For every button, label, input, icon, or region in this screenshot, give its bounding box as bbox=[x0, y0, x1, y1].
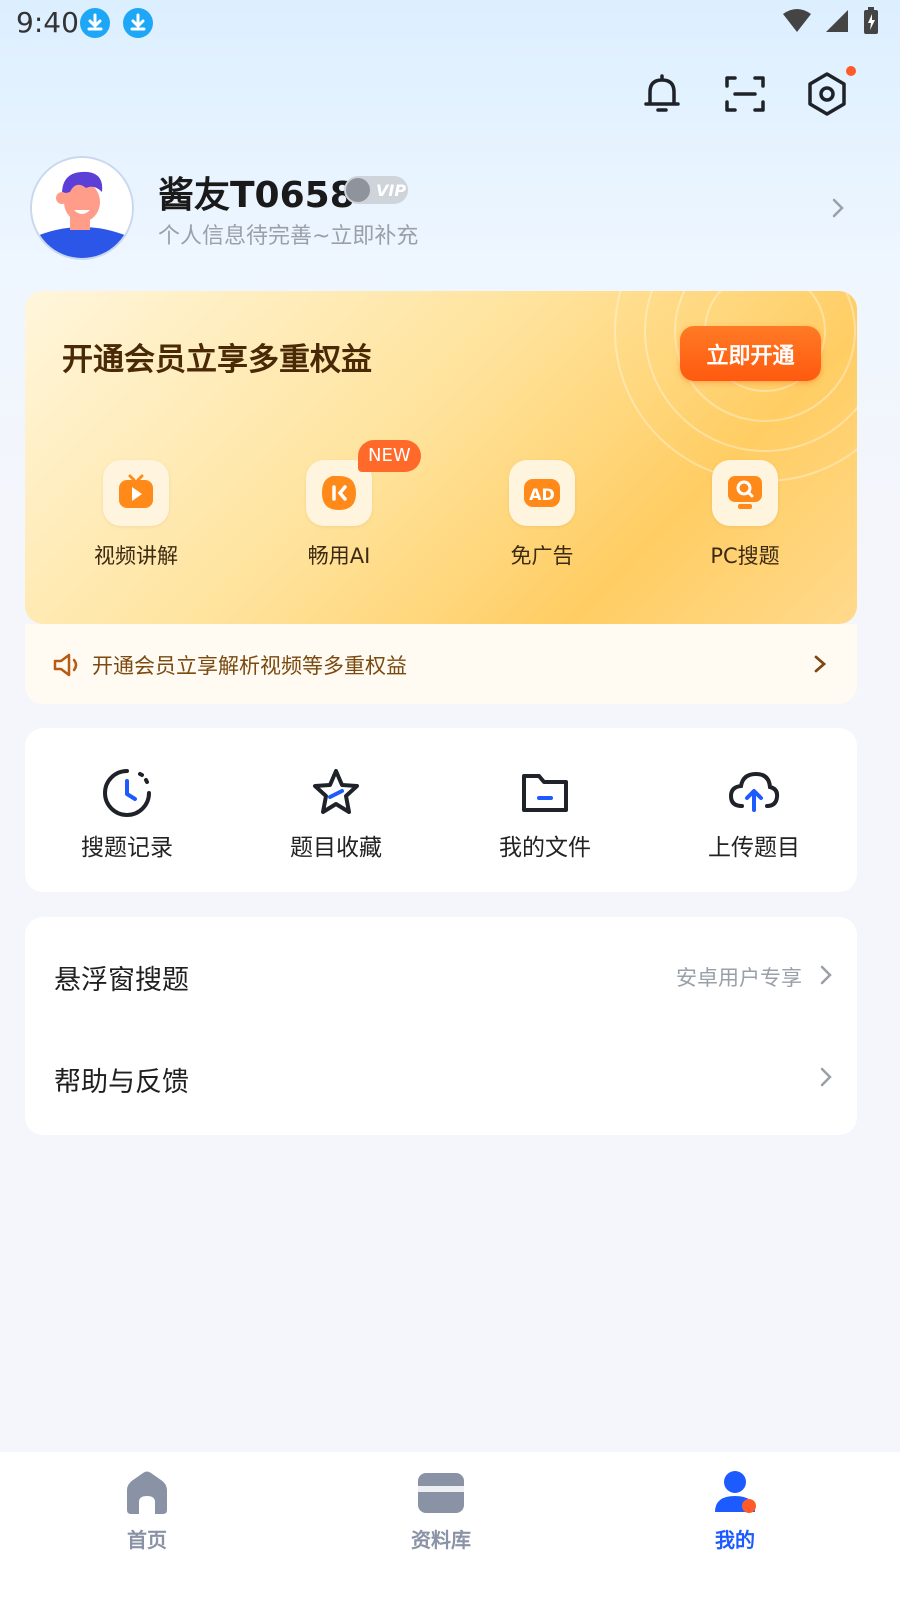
chevron-right-icon[interactable] bbox=[815, 963, 837, 991]
home-icon bbox=[127, 1471, 167, 1514]
profile-subtitle[interactable]: 个人信息待完善~立即补充 bbox=[158, 218, 418, 250]
avatar[interactable] bbox=[32, 158, 132, 258]
benefit-label: 畅用AI bbox=[307, 544, 371, 568]
status-time: 9:40 bbox=[16, 6, 79, 39]
wifi-icon bbox=[783, 9, 811, 32]
status-icons bbox=[782, 6, 880, 36]
crown-icon bbox=[346, 178, 370, 202]
benefit-no-ads[interactable]: AD 免广告 bbox=[462, 460, 622, 570]
vip-card-title: 开通会员立享多重权益 bbox=[62, 342, 372, 378]
battery-icon bbox=[864, 7, 878, 34]
video-play-icon bbox=[103, 460, 169, 526]
tool-my-files[interactable]: 我的文件 bbox=[445, 766, 645, 862]
settings-list bbox=[25, 917, 857, 1135]
history-clock-icon bbox=[100, 766, 154, 820]
tool-label: 搜题记录 bbox=[81, 835, 173, 861]
benefit-label: 免广告 bbox=[510, 544, 574, 568]
nav-label: 首页 bbox=[127, 1528, 167, 1552]
signal-icon bbox=[826, 10, 848, 32]
ad-icon: AD bbox=[509, 460, 575, 526]
download-icon bbox=[80, 8, 110, 38]
vip-badge: VIP bbox=[344, 176, 408, 204]
new-tag: NEW bbox=[358, 440, 421, 472]
nav-label: 我的 bbox=[715, 1528, 755, 1552]
nav-home[interactable]: 首页 bbox=[67, 1470, 227, 1553]
pc-search-icon bbox=[712, 460, 778, 526]
tool-search-history[interactable]: 搜题记录 bbox=[27, 766, 227, 862]
speaker-icon bbox=[52, 652, 82, 682]
profile-icon bbox=[715, 1471, 756, 1513]
vip-badge-label: VIP bbox=[376, 180, 407, 200]
benefit-ai[interactable]: 畅用AI bbox=[259, 460, 419, 570]
benefit-video[interactable]: 视频讲解 bbox=[56, 460, 216, 570]
floating-window-search-label[interactable]: 悬浮窗搜题 bbox=[54, 958, 189, 997]
chevron-right-icon[interactable] bbox=[810, 654, 830, 678]
settings-icon[interactable] bbox=[803, 70, 851, 118]
nav-label: 资料库 bbox=[411, 1528, 471, 1552]
nav-library[interactable]: 资料库 bbox=[361, 1470, 521, 1553]
tool-favorites[interactable]: 题目收藏 bbox=[236, 766, 436, 862]
username: 酱友T0658 bbox=[158, 175, 355, 216]
floating-window-search-hint: 安卓用户专享 bbox=[676, 966, 802, 990]
bell-icon[interactable] bbox=[638, 70, 686, 118]
benefit-pc-search[interactable]: PC搜题 bbox=[665, 460, 825, 570]
nav-profile[interactable]: 我的 bbox=[655, 1470, 815, 1553]
tool-upload-question[interactable]: 上传题目 bbox=[654, 766, 854, 862]
folder-icon bbox=[518, 766, 572, 820]
benefit-label: PC搜题 bbox=[710, 544, 780, 568]
tool-label: 我的文件 bbox=[499, 835, 591, 861]
svg-text:AD: AD bbox=[529, 485, 555, 504]
library-icon bbox=[418, 1473, 464, 1513]
download-icon bbox=[123, 8, 153, 38]
cloud-upload-icon bbox=[727, 766, 781, 820]
star-icon bbox=[309, 766, 363, 820]
vip-promo-text: 开通会员立享解析视频等多重权益 bbox=[92, 654, 407, 678]
activate-vip-button[interactable]: 立即开通 bbox=[680, 326, 821, 381]
benefit-label: 视频讲解 bbox=[94, 544, 178, 568]
chevron-right-icon[interactable] bbox=[815, 1065, 837, 1093]
notification-dot bbox=[846, 66, 856, 76]
tool-label: 题目收藏 bbox=[290, 835, 382, 861]
help-feedback-label[interactable]: 帮助与反馈 bbox=[54, 1060, 189, 1099]
scan-icon[interactable] bbox=[721, 70, 769, 118]
chevron-right-icon[interactable] bbox=[826, 196, 850, 224]
tool-label: 上传题目 bbox=[708, 835, 800, 861]
